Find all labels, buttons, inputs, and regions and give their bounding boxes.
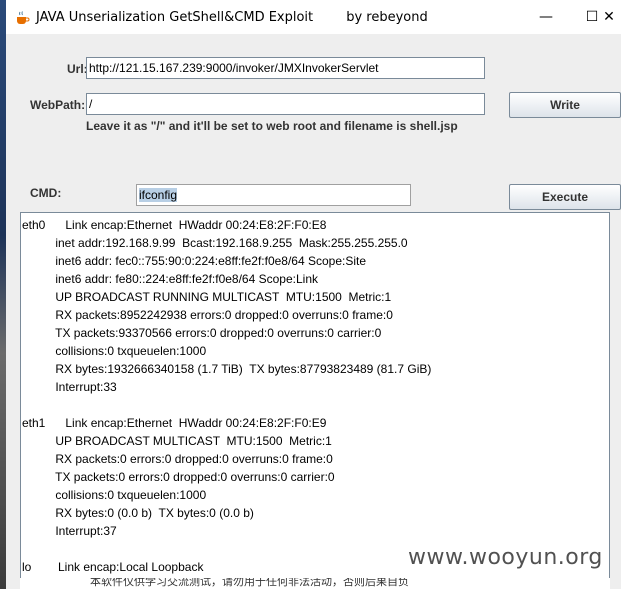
output-line: UP BROADCAST RUNNING MULTICAST MTU:1500 … bbox=[22, 290, 392, 304]
webpath-label: WebPath: bbox=[30, 98, 86, 112]
cmd-input-value: ifconfig bbox=[139, 188, 178, 202]
output-line: TX packets:93370566 errors:0 dropped:0 o… bbox=[22, 326, 382, 340]
minimize-button[interactable]: — bbox=[523, 0, 569, 34]
cmd-label: CMD: bbox=[30, 186, 62, 200]
output-line: collisions:0 txqueuelen:1000 bbox=[22, 344, 207, 358]
title-bar[interactable]: JAVA Unserialization GetShell&CMD Exploi… bbox=[6, 0, 621, 34]
write-button[interactable]: Write bbox=[509, 92, 621, 118]
cmd-input[interactable]: ifconfig bbox=[136, 184, 411, 206]
webpath-input[interactable]: / bbox=[86, 93, 485, 115]
output-line: collisions:0 txqueuelen:1000 bbox=[22, 488, 207, 502]
output-line: inet6 addr: fec0::755:90:0:224:e8ff:fe2f… bbox=[22, 254, 367, 268]
output-line: inet6 addr: fe80::224:e8ff:fe2f:f0e8/64 … bbox=[22, 272, 318, 286]
url-input[interactable]: http://121.15.167.239:9000/invoker/JMXIn… bbox=[86, 57, 485, 79]
output-line: Interrupt:33 bbox=[22, 380, 117, 394]
output-line: UP BROADCAST MULTICAST MTU:1500 Metric:1 bbox=[22, 434, 332, 448]
clipped-footer-text: 本软件仅供学习交流测试，请勿用于任何非法活动，否则后果自负 bbox=[20, 578, 610, 589]
window-title: JAVA Unserialization GetShell&CMD Exploi… bbox=[36, 10, 428, 25]
output-line: inet addr:192.168.9.99 Bcast:192.168.9.2… bbox=[22, 236, 408, 250]
output-line: RX packets:0 errors:0 dropped:0 overruns… bbox=[22, 452, 333, 466]
watermark: www.wooyun.org bbox=[408, 545, 603, 570]
close-button[interactable]: ✕ bbox=[594, 0, 621, 34]
output-line: RX packets:8952242938 errors:0 dropped:0… bbox=[22, 308, 393, 322]
output-line: eth1 Link encap:Ethernet HWaddr 00:24:E8… bbox=[22, 416, 327, 430]
output-line: TX packets:0 errors:0 dropped:0 overruns… bbox=[22, 470, 335, 484]
output-line: RX bytes:1932666340158 (1.7 TiB) TX byte… bbox=[22, 362, 432, 376]
java-cup-icon bbox=[17, 11, 30, 24]
output-line: Interrupt:37 bbox=[22, 524, 117, 538]
url-label: Url: bbox=[67, 62, 88, 76]
webpath-hint: Leave it as "/" and it'll be set to web … bbox=[86, 119, 458, 133]
vertical-scrollbar[interactable]: ▲ bbox=[609, 213, 610, 588]
app-window: JAVA Unserialization GetShell&CMD Exploi… bbox=[6, 0, 621, 589]
output-text: eth0 Link encap:Ethernet HWaddr 00:24:E8… bbox=[22, 216, 607, 576]
command-output-area[interactable]: eth0 Link encap:Ethernet HWaddr 00:24:E8… bbox=[20, 212, 610, 589]
footer-text: 本软件仅供学习交流测试，请勿用于任何非法活动，否则后果自负 bbox=[90, 578, 409, 588]
output-line: RX bytes:0 (0.0 b) TX bytes:0 (0.0 b) bbox=[22, 506, 254, 520]
output-line: eth0 Link encap:Ethernet HWaddr 00:24:E8… bbox=[22, 218, 327, 232]
execute-button[interactable]: Execute bbox=[509, 184, 621, 210]
